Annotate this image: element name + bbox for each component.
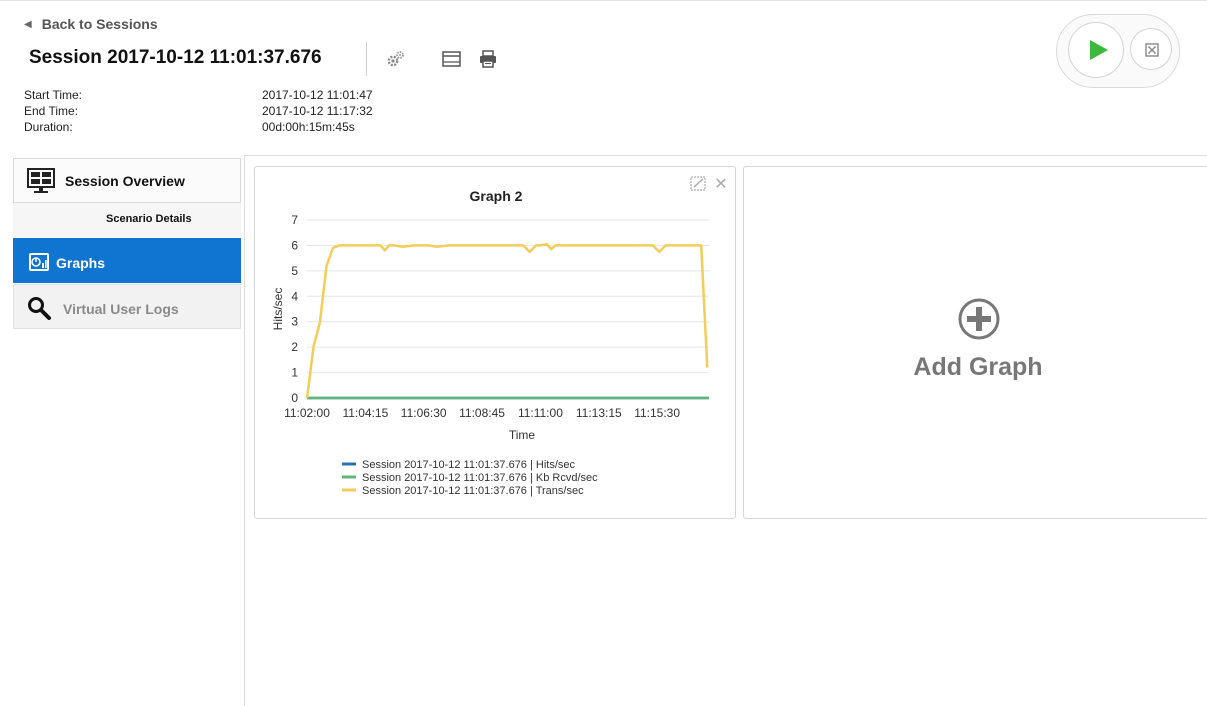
sidebar-item-virtual-user-logs[interactable]: Virtual User Logs xyxy=(13,284,241,329)
sidebar-item-label: Scenario Details xyxy=(106,213,192,225)
add-graph-label: Add Graph xyxy=(913,353,1043,381)
legend-item-label: Session 2017-10-12 11:01:37.676 | Trans/… xyxy=(362,485,584,497)
x-tick-label: 11:13:15 xyxy=(576,406,622,420)
page-title: Session 2017-10-12 11:01:37.676 xyxy=(29,47,322,68)
play-icon xyxy=(1090,40,1108,60)
y-tick-label: 6 xyxy=(291,238,298,252)
magnifier-icon xyxy=(28,297,51,320)
y-tick-label: 4 xyxy=(291,289,298,303)
end-time-value: 2017-10-12 11:17:32 xyxy=(262,104,373,118)
back-link-label: Back to Sessions xyxy=(41,16,158,32)
y-axis-title: Hits/sec xyxy=(271,288,285,331)
end-time-label: End Time: xyxy=(24,104,79,118)
x-tick-label: 11:11:00 xyxy=(518,406,563,420)
graph-icon xyxy=(29,253,49,271)
monitor-icon xyxy=(27,168,55,193)
y-tick-label: 7 xyxy=(291,213,298,227)
sidebar-item-label: Virtual User Logs xyxy=(63,301,179,317)
sidebar-item-graphs[interactable]: Graphs xyxy=(13,238,241,283)
sidebar-item-label: Graphs xyxy=(56,255,106,271)
add-graph-button[interactable]: Add Graph xyxy=(743,166,1207,519)
y-tick-label: 5 xyxy=(291,264,298,278)
y-tick-label: 1 xyxy=(291,366,298,380)
layout-icon[interactable] xyxy=(441,48,463,70)
plus-circle-icon xyxy=(958,298,1000,340)
start-time-label: Start Time: xyxy=(24,88,83,102)
x-tick-label: 11:15:30 xyxy=(634,406,680,420)
x-tick-label: 11:08:45 xyxy=(459,406,505,420)
close-icon: ✕ xyxy=(714,174,727,193)
x-tick-label: 11:04:15 xyxy=(342,406,388,420)
y-tick-label: 2 xyxy=(291,340,298,354)
settings-gears-icon[interactable] xyxy=(384,48,406,70)
legend-item-label: Session 2017-10-12 11:01:37.676 | Hits/s… xyxy=(362,459,576,471)
y-tick-label: 0 xyxy=(291,391,298,405)
graph-panel: Graph 2 ✕ 0 1 2 3 4 5 6 7 11:02:00 11:04:15 11:06:30… xyxy=(254,166,736,519)
legend-item-label: Session 2017-10-12 11:01:37.676 | Kb Rcv… xyxy=(362,472,598,484)
title-divider xyxy=(366,42,367,76)
x-axis-title: Time xyxy=(509,428,536,442)
sidebar-item-scenario-details[interactable]: Scenario Details xyxy=(13,203,241,237)
series-line-3 xyxy=(305,242,709,399)
start-time-value: 2017-10-12 11:01:47 xyxy=(262,88,373,102)
x-tick-label: 11:02:00 xyxy=(284,406,330,420)
stop-icon xyxy=(1145,43,1159,57)
line-chart: Graph 2 ✕ 0 1 2 3 4 5 6 7 11:02:00 11:04:15 11:06:30… xyxy=(271,174,728,497)
duration-label: Duration: xyxy=(24,120,73,134)
play-button[interactable] xyxy=(1068,22,1124,78)
top-border xyxy=(0,0,1207,1)
back-to-sessions-link[interactable]: ◀ Back to Sessions xyxy=(24,16,158,32)
sidebar-divider xyxy=(244,155,245,706)
y-tick-label: 3 xyxy=(291,315,298,329)
duration-value: 00d:00h:15m:45s xyxy=(262,120,355,134)
sidebar-item-label: Session Overview xyxy=(65,173,185,189)
sidebar-item-session-overview[interactable]: Session Overview xyxy=(13,158,241,203)
back-arrow-icon: ◀ xyxy=(24,18,32,30)
print-icon[interactable] xyxy=(477,48,499,70)
chart-title: Graph 2 xyxy=(470,188,523,204)
edit-icon-stroke xyxy=(693,178,704,188)
content-divider xyxy=(245,155,1207,156)
x-tick-label: 11:06:30 xyxy=(401,406,447,420)
stop-button[interactable] xyxy=(1130,28,1172,70)
